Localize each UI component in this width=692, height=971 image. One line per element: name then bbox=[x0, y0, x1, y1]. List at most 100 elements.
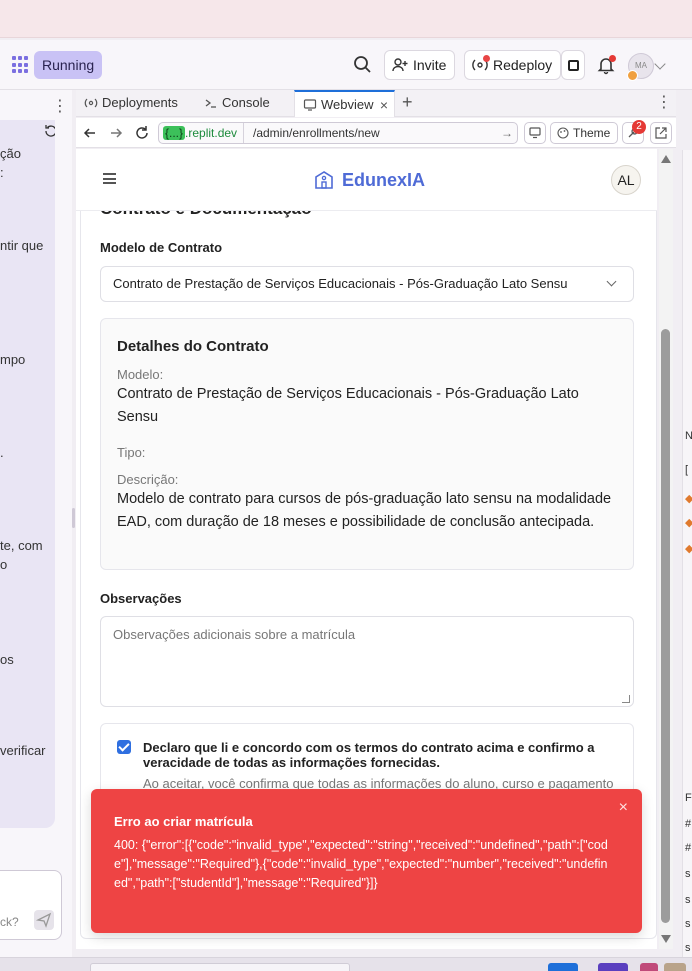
close-icon[interactable]: × bbox=[619, 799, 628, 817]
panel-resize-handle[interactable] bbox=[72, 508, 75, 528]
url-input[interactable]: {...} .replit.dev /admin/enrollments/new … bbox=[158, 122, 518, 144]
invite-button[interactable]: Invite bbox=[384, 50, 456, 80]
apps-grid-icon[interactable] bbox=[12, 56, 30, 74]
devtools-button[interactable] bbox=[524, 122, 546, 144]
scroll-up-icon[interactable] bbox=[661, 155, 671, 163]
notification-count-badge: 2 bbox=[632, 120, 646, 134]
url-divider bbox=[243, 123, 244, 143]
os-taskbar bbox=[0, 957, 692, 971]
taskbar-app-icon[interactable] bbox=[548, 963, 578, 971]
taskbar-app-icon[interactable] bbox=[640, 963, 658, 971]
chat-text-fragment: . bbox=[0, 445, 4, 460]
edge-glyph: s bbox=[685, 942, 691, 954]
contract-details-heading: Detalhes do Contrato bbox=[117, 338, 269, 355]
edge-glyph: # bbox=[685, 818, 692, 830]
url-host-text: .replit.dev bbox=[185, 126, 238, 140]
tab-deployments[interactable]: Deployments bbox=[76, 90, 194, 117]
notes-label: Observações bbox=[100, 591, 182, 606]
agree-text[interactable]: Declaro que li e concordo com os termos … bbox=[143, 740, 623, 770]
tab-webview[interactable]: Webview × bbox=[294, 90, 395, 117]
chat-input[interactable]: ck? bbox=[0, 870, 62, 940]
notes-textarea[interactable]: Observações adicionais sobre a matrícula bbox=[100, 616, 634, 707]
chat-text-fragment: o bbox=[0, 557, 8, 572]
theme-button[interactable]: Theme bbox=[550, 122, 618, 144]
tab-console[interactable]: Console bbox=[196, 90, 294, 117]
close-tab-icon[interactable]: × bbox=[380, 92, 388, 118]
toast-title: Erro ao criar matrícula bbox=[114, 814, 253, 829]
redeploy-label: Redeploy bbox=[493, 57, 553, 73]
contract-model-select[interactable]: Contrato de Prestação de Serviços Educac… bbox=[100, 266, 634, 302]
repl-badge: {...} bbox=[163, 126, 186, 140]
chat-text-fragment: te, com bbox=[0, 538, 43, 553]
chat-text-fragment: mpo bbox=[0, 352, 26, 367]
scroll-thumb[interactable] bbox=[661, 329, 670, 923]
send-icon bbox=[35, 912, 52, 928]
chevron-down-icon[interactable] bbox=[654, 58, 666, 70]
edge-glyph: F bbox=[685, 792, 692, 804]
chat-text-fragment: : bbox=[0, 165, 4, 180]
app-user-avatar[interactable]: AL bbox=[611, 165, 641, 195]
invite-label: Invite bbox=[413, 57, 447, 73]
chat-text-fragment: os bbox=[0, 652, 14, 667]
edge-glyph: # bbox=[685, 842, 692, 854]
add-tab-icon[interactable]: + bbox=[402, 92, 413, 113]
chat-messages: ção : ntir que mpo . te, com o os verifi… bbox=[0, 120, 55, 828]
toast-message: 400: {"error":[{"code":"invalid_type","e… bbox=[114, 838, 608, 890]
notes-placeholder: Observações adicionais sobre a matrícula bbox=[113, 627, 356, 642]
reload-icon[interactable] bbox=[134, 125, 150, 141]
back-icon[interactable] bbox=[82, 125, 98, 141]
notification-dot bbox=[609, 55, 616, 62]
brand-logo[interactable]: EdunexIA bbox=[314, 167, 425, 193]
search-icon[interactable] bbox=[352, 54, 374, 76]
contract-model-label: Modelo de Contrato bbox=[100, 240, 223, 255]
tab-label: Webview bbox=[321, 97, 374, 112]
edge-glyph: s bbox=[685, 868, 691, 880]
avatar-badge bbox=[627, 70, 638, 81]
model-value: Contrato de Prestação de Serviços Educac… bbox=[117, 386, 579, 425]
chevron-down-icon bbox=[606, 276, 617, 287]
brand-name: EdunexIA bbox=[342, 170, 426, 190]
edge-glyph: ◆ bbox=[685, 517, 692, 529]
webview-scrollbar[interactable] bbox=[659, 149, 673, 949]
open-external-button[interactable] bbox=[650, 122, 672, 144]
resize-grip-icon[interactable] bbox=[622, 695, 630, 703]
taskbar-app-icon[interactable] bbox=[598, 963, 628, 971]
send-button[interactable] bbox=[34, 910, 54, 930]
forward-icon[interactable] bbox=[108, 125, 124, 141]
workspace-topbar: Running Invite Redeploy MA bbox=[0, 40, 692, 90]
taskbar-app-icon[interactable] bbox=[664, 963, 686, 971]
window-toggle-button[interactable] bbox=[561, 50, 585, 80]
url-host: {...} .replit.dev bbox=[161, 125, 239, 142]
redeploy-alert-dot bbox=[483, 55, 490, 62]
external-link-icon bbox=[655, 127, 667, 139]
chat-text-fragment: ção bbox=[0, 146, 21, 161]
more-options-icon[interactable]: ⋮ bbox=[52, 96, 68, 116]
go-arrow-icon[interactable]: → bbox=[501, 123, 513, 143]
chat-text-fragment: verificar bbox=[0, 743, 46, 758]
contract-model-value: Contrato de Prestação de Serviços Educac… bbox=[113, 276, 568, 291]
terminal-icon bbox=[205, 99, 216, 108]
more-options-icon[interactable]: ⋮ bbox=[656, 92, 672, 112]
contract-details-panel: Detalhes do Contrato Modelo: Contrato de… bbox=[100, 318, 634, 570]
scroll-down-icon[interactable] bbox=[661, 935, 671, 943]
window-title-strip bbox=[0, 0, 692, 38]
webview-urlbar: {...} .replit.dev /admin/enrollments/new … bbox=[76, 118, 676, 148]
taskbar-search[interactable] bbox=[90, 963, 350, 971]
user-avatar[interactable]: MA bbox=[627, 53, 654, 81]
edge-glyph: ◆ bbox=[685, 543, 692, 555]
edge-glyph: s bbox=[685, 918, 691, 930]
tab-label: Deployments bbox=[102, 95, 178, 110]
pane-tabs: Deployments Console Webview × + ⋮ bbox=[76, 90, 676, 117]
edge-glyph: N bbox=[685, 430, 692, 442]
monitor-icon bbox=[303, 99, 317, 111]
window-icon bbox=[568, 60, 579, 71]
run-status-button[interactable]: Running bbox=[34, 51, 103, 79]
menu-icon[interactable] bbox=[103, 173, 116, 184]
model-key: Modelo: bbox=[117, 367, 164, 382]
user-avatar-initials: MA bbox=[635, 61, 647, 70]
deployments-icon bbox=[84, 98, 98, 108]
add-user-icon bbox=[392, 58, 408, 72]
redeploy-button[interactable]: Redeploy bbox=[464, 50, 562, 80]
history-icon[interactable] bbox=[44, 124, 55, 138]
agree-checkbox[interactable] bbox=[117, 740, 131, 754]
